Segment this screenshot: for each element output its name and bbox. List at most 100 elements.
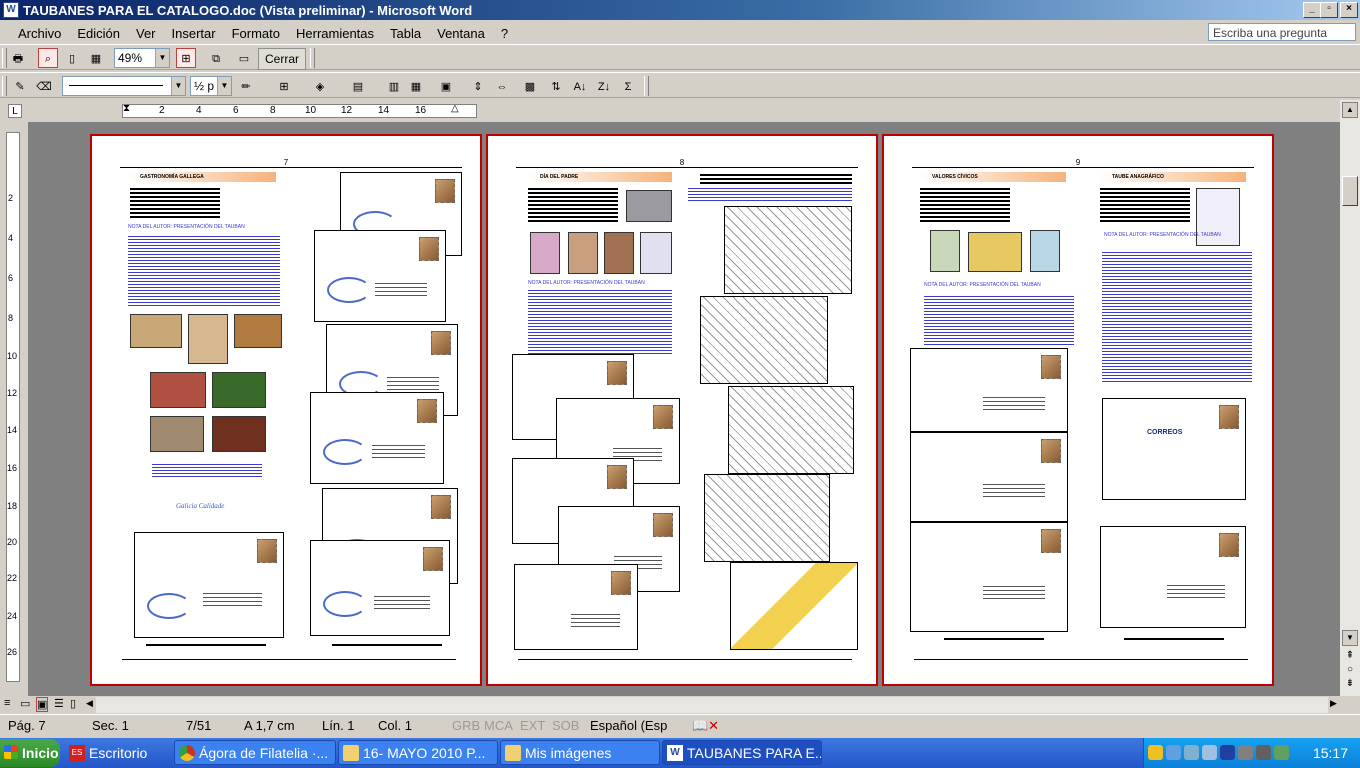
text-direction-icon[interactable]: ⇅ <box>546 76 566 96</box>
tray-app-icon[interactable] <box>1238 745 1253 760</box>
right-indent-marker-icon[interactable]: △ <box>451 103 459 114</box>
shrink-to-fit-icon[interactable]: ⧉ <box>206 48 226 68</box>
envelope-image <box>910 522 1068 632</box>
tray-app-icon[interactable] <box>1256 745 1271 760</box>
distribute-rows-icon[interactable]: ⇕ <box>468 76 488 96</box>
print-layout-icon[interactable]: ▣ <box>36 697 49 712</box>
security-shield-icon[interactable] <box>1148 745 1163 760</box>
web-view-icon[interactable]: ▭ <box>20 697 30 710</box>
tab-selector-icon[interactable]: L <box>8 104 22 118</box>
page-9[interactable]: 9 VALORES CÍVICOS TAUBE ANAGRÁFICO NOTA … <box>882 134 1274 686</box>
indent-marker-icon[interactable]: ⧗ <box>123 103 130 114</box>
status-mca[interactable]: MCA <box>484 718 513 734</box>
line-weight-select[interactable]: ½ p ▼ <box>190 76 232 96</box>
insert-table-icon[interactable]: ▤ <box>348 76 368 96</box>
footer-rule <box>518 659 852 660</box>
border-color-icon[interactable]: ✏ <box>236 76 256 96</box>
menu-help[interactable]: ? <box>493 26 516 41</box>
status-sob[interactable]: SOB <box>552 718 579 734</box>
borders-icon[interactable]: ⊞ <box>274 76 294 96</box>
horizontal-scrollbar[interactable]: ≡ ▭ ▣ ☰ ▯ ◀ ▶ <box>0 696 1340 714</box>
status-language[interactable]: Español (Esp <box>590 718 667 734</box>
close-button[interactable]: × <box>1340 2 1358 18</box>
taskbar: Inicio ES Escritorio Ágora de Filatelia … <box>0 738 1360 768</box>
shading-icon[interactable]: ◈ <box>310 76 330 96</box>
previous-page-icon[interactable]: ⇞ <box>1342 650 1358 664</box>
tray-app-icon[interactable] <box>1184 745 1199 760</box>
ruler-tick: 16 <box>415 105 427 116</box>
magnifier-icon[interactable]: ⌕ <box>38 48 58 68</box>
scroll-down-icon[interactable]: ▼ <box>1342 630 1358 646</box>
menu-herramientas[interactable]: Herramientas <box>288 26 382 41</box>
outline-view-icon[interactable]: ☰ <box>54 697 64 710</box>
ruler-tick: 2 <box>159 105 165 116</box>
task-mayo-folder[interactable]: 16- MAYO 2010 P... <box>338 740 498 765</box>
toolbar-end-grip[interactable] <box>644 76 649 96</box>
toolbar-end-grip[interactable] <box>310 48 315 68</box>
menu-ventana[interactable]: Ventana <box>429 26 493 41</box>
toolbar-grip[interactable] <box>2 48 7 68</box>
task-word-document[interactable]: W TAUBANES PARA E... <box>662 740 822 765</box>
scroll-left-icon[interactable]: ◀ <box>86 698 93 709</box>
multiple-pages-icon[interactable]: ▦ <box>86 48 106 68</box>
page-8[interactable]: 8 DÍA DEL PADRE NOTA DEL AUTOR: PRESENTA… <box>486 134 878 686</box>
line-style-select[interactable]: ▼ <box>62 76 186 96</box>
toolbar-grip[interactable] <box>2 76 7 96</box>
clock[interactable]: 15:17 <box>1313 738 1348 768</box>
full-screen-icon[interactable]: ▭ <box>234 48 254 68</box>
menu-edicion[interactable]: Edición <box>69 26 128 41</box>
close-preview-button[interactable]: Cerrar <box>258 48 307 70</box>
page-7[interactable]: 7 GASTRONOMÍA GALLEGA NOTA DEL AUTOR: PR… <box>90 134 482 686</box>
spelling-status-icon[interactable]: 📖✕ <box>692 718 719 734</box>
status-ext[interactable]: EXT <box>520 718 545 734</box>
ruler-strip[interactable]: 2 4 6 8 10 12 14 16 ⧗ △ <box>122 103 477 118</box>
scroll-thumb[interactable] <box>1342 176 1358 206</box>
network-icon[interactable] <box>1166 745 1181 760</box>
start-button[interactable]: Inicio <box>0 739 60 767</box>
reading-view-icon[interactable]: ▯ <box>70 697 76 710</box>
task-escritorio[interactable]: ES Escritorio <box>64 740 170 765</box>
vertical-ruler-strip[interactable]: 2 4 6 8 10 12 14 16 18 20 22 24 26 <box>6 132 20 682</box>
draw-table-icon[interactable]: ✎ <box>10 76 30 96</box>
split-cells-icon[interactable]: ▦ <box>406 76 426 96</box>
task-mis-imagenes[interactable]: Mis imágenes <box>500 740 660 765</box>
window-title: TAUBANES PARA EL CATALOGO.doc (Vista pre… <box>23 2 473 18</box>
restore-button[interactable]: ▫ <box>1320 2 1338 18</box>
caption-text <box>944 638 1044 642</box>
zoom-select[interactable]: 49% ▼ <box>114 48 170 68</box>
tray-app-icon[interactable] <box>1202 745 1217 760</box>
minimize-button[interactable]: _ <box>1303 2 1321 18</box>
menu-tabla[interactable]: Tabla <box>382 26 429 41</box>
preview-workspace[interactable]: 7 GASTRONOMÍA GALLEGA NOTA DEL AUTOR: PR… <box>28 122 1340 696</box>
ask-question-input[interactable]: Escriba una pregunta <box>1208 23 1356 41</box>
view-ruler-icon[interactable]: ⊞ <box>176 48 196 68</box>
status-grb[interactable]: GRB <box>452 718 480 734</box>
print-icon[interactable]: 🖶 <box>8 48 28 68</box>
menu-ver[interactable]: Ver <box>128 26 164 41</box>
sort-ascending-icon[interactable]: A↓ <box>570 76 590 96</box>
scroll-right-icon[interactable]: ▶ <box>1330 698 1337 709</box>
scroll-up-icon[interactable]: ▲ <box>1342 102 1358 118</box>
task-agora[interactable]: Ágora de Filatelia ·... <box>174 740 336 765</box>
sort-descending-icon[interactable]: Z↓ <box>594 76 614 96</box>
status-page: Pág. 7 <box>8 718 46 733</box>
tray-app-icon[interactable] <box>1220 745 1235 760</box>
normal-view-icon[interactable]: ≡ <box>4 697 10 709</box>
one-page-icon[interactable]: ▯ <box>62 48 82 68</box>
task-label: Ágora de Filatelia ·... <box>199 745 329 761</box>
distribute-columns-icon[interactable]: ⇔ <box>492 76 512 96</box>
merge-cells-icon[interactable]: ▥ <box>384 76 404 96</box>
next-page-icon[interactable]: ⇟ <box>1342 678 1358 692</box>
status-column: Col. 1 <box>378 718 412 733</box>
browse-object-icon[interactable]: ○ <box>1342 664 1358 678</box>
autosum-icon[interactable]: Σ <box>618 76 638 96</box>
horizontal-scroll-track[interactable] <box>96 697 1328 713</box>
table-autoformat-icon[interactable]: ▩ <box>520 76 540 96</box>
align-icon[interactable]: ▣ <box>436 76 456 96</box>
menu-insertar[interactable]: Insertar <box>164 26 224 41</box>
menu-formato[interactable]: Formato <box>224 26 288 41</box>
volume-icon[interactable] <box>1274 745 1289 760</box>
eraser-icon[interactable]: ⌫ <box>34 76 54 96</box>
vertical-scrollbar[interactable]: ▲ ▼ ⇞ ○ ⇟ <box>1340 100 1360 696</box>
menu-archivo[interactable]: Archivo <box>10 26 69 41</box>
